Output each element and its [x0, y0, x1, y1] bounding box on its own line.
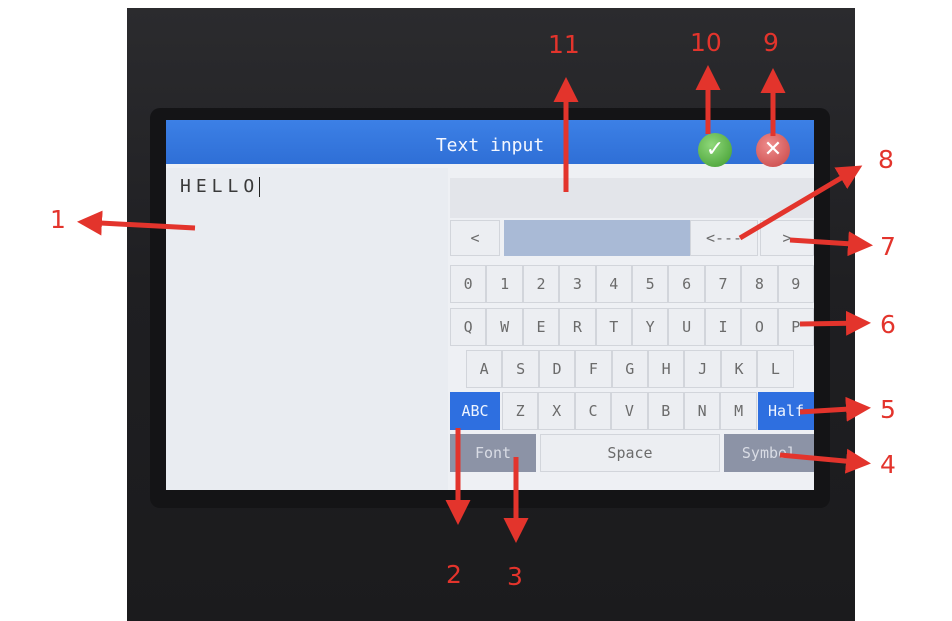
arrow-4 — [779, 448, 871, 474]
annotation-label: 2 — [446, 560, 462, 589]
arrow-7 — [789, 231, 873, 257]
arrow-5 — [799, 396, 871, 422]
annotation-label: 3 — [507, 562, 523, 591]
annotation-label: 5 — [880, 395, 896, 424]
arrow-1 — [77, 210, 196, 236]
annotation-label: 6 — [880, 310, 896, 339]
annotation-label: 1 — [50, 205, 66, 234]
arrow-6 — [799, 310, 871, 336]
annotation-label: 7 — [880, 232, 896, 261]
annotation-label: 9 — [763, 28, 779, 57]
annotation-label: 8 — [878, 145, 894, 174]
annotation-label: 10 — [690, 28, 722, 57]
annotation-arrows — [77, 65, 873, 543]
annotation-label: 4 — [880, 450, 896, 479]
annotation-label: 11 — [548, 30, 580, 59]
arrow-8 — [738, 165, 863, 241]
